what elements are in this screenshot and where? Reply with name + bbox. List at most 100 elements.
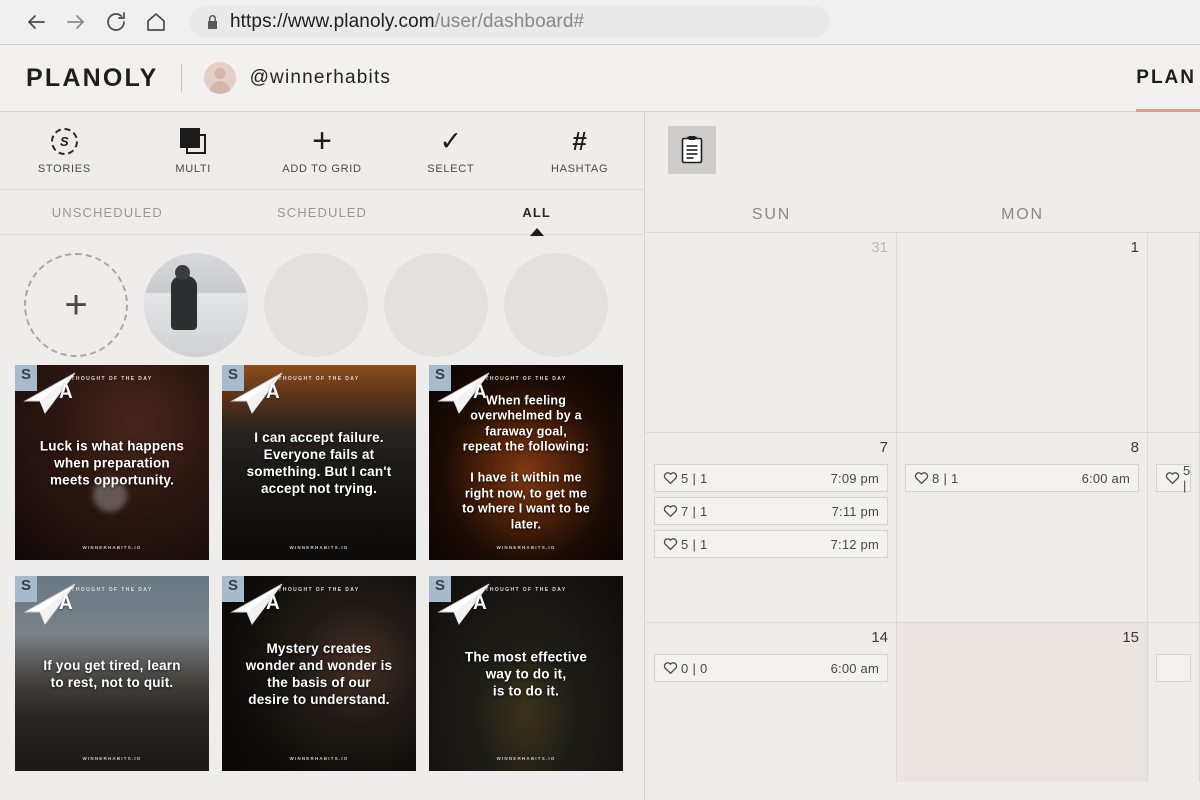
heart-icon [663, 537, 678, 551]
header-nav: PLAN [1136, 45, 1200, 113]
event-time: 7:12 pm [830, 536, 879, 552]
heart-icon [663, 471, 678, 485]
url-path: /user/dashboard# [434, 11, 585, 32]
back-icon[interactable] [16, 2, 56, 42]
browser-toolbar: https://www.planoly.com/user/dashboard# [0, 0, 1200, 45]
toolbar-item-select[interactable]: ✓ SELECT [386, 126, 515, 176]
stories-circle-icon: S [50, 126, 78, 156]
post-tile[interactable]: THOUGHT OF THE DAY I can accept failure. … [222, 365, 416, 560]
post-quote: The most effective way to do it, is to d… [464, 649, 588, 698]
tab-all[interactable]: ALL [429, 204, 644, 236]
add-story-button[interactable]: + ADD STORY [24, 253, 128, 377]
calendar-day-cell[interactable]: 7 5 | 1 7:09 pm 7 | 1 7:11 pm 5 | 1 7:12 pm [646, 433, 897, 622]
post-tile[interactable]: THOUGHT OF THE DAY When feeling overwhelm… [429, 365, 623, 560]
calendar-event-chip[interactable]: 5 | [1156, 463, 1191, 493]
post-tile[interactable]: THOUGHT OF THE DAY Mystery creates wonder… [222, 576, 416, 771]
plane-letter: A [473, 382, 487, 403]
content-toolbar: S STORIES MULTI + ADD TO GRID ✓ SELECT #… [0, 112, 644, 190]
url-scheme: https://www. [230, 11, 334, 32]
post-footer-text: WINNERHABITS.IO [82, 545, 142, 550]
add-story-circle: + [24, 253, 128, 357]
event-time: 7:09 pm [830, 470, 879, 486]
story-item[interactable] [384, 253, 488, 365]
brand-logo[interactable]: PLANOLY [26, 64, 159, 93]
plane-letter: A [266, 593, 280, 614]
address-bar[interactable]: https://www.planoly.com/user/dashboard# [190, 6, 830, 38]
event-engagement: 5 | 1 [681, 470, 708, 486]
check-icon: ✓ [439, 126, 463, 156]
tab-active-caret-icon [529, 227, 544, 236]
app-header: PLANOLY @winnerhabits PLAN [0, 45, 1200, 113]
nav-item-plan[interactable]: PLAN [1136, 67, 1200, 89]
toolbar-item-stories[interactable]: S STORIES [0, 126, 129, 175]
post-tile[interactable]: THOUGHT OF THE DAY The most effective way… [429, 576, 623, 771]
post-footer-text: WINNERHABITS.IO [289, 756, 349, 761]
plane-letter: A [266, 382, 280, 403]
plus-icon: + [64, 282, 88, 327]
calendar-panel: SUN MON 31 1 7 5 | 1 7:09 pm 7 | 1 7:11 pm 5 | 1… [646, 112, 1200, 800]
story-item[interactable] [264, 253, 368, 365]
calendar-event-chip[interactable] [1156, 654, 1191, 682]
reload-icon[interactable] [96, 2, 136, 42]
tab-label: SCHEDULED [276, 204, 368, 220]
tab-label: ALL [522, 204, 551, 220]
calendar-date-number: 1 [1130, 239, 1139, 256]
calendar-date-number [1156, 239, 1191, 257]
calendar-event-chip[interactable]: 8 | 1 6:00 am [905, 464, 1139, 492]
calendar-day-cell[interactable] [1148, 233, 1200, 432]
toolbar-label: ADD TO GRID [282, 163, 362, 175]
event-time: 6:00 am [1081, 470, 1130, 486]
toolbar-item-hashtag[interactable]: # HASHTAG [515, 126, 644, 175]
toolbar-item-multi[interactable]: MULTI [129, 126, 258, 175]
event-time: 6:00 am [830, 660, 879, 676]
event-engagement: 5 | 1 [681, 536, 708, 552]
tab-unscheduled[interactable]: UNSCHEDULED [0, 205, 215, 220]
calendar-day-cell[interactable]: 5 | [1148, 433, 1200, 622]
avatar[interactable] [203, 62, 236, 94]
toolbar-item-add-to-grid[interactable]: + ADD TO GRID [258, 124, 387, 175]
clipboard-icon[interactable] [668, 126, 716, 174]
home-icon[interactable] [136, 2, 176, 42]
calendar-date-number: 15 [1122, 629, 1139, 646]
forward-icon[interactable] [56, 2, 96, 42]
lock-icon [206, 14, 219, 30]
event-engagement: 0 | 0 [681, 660, 708, 676]
post-tile[interactable]: THOUGHT OF THE DAY Luck is what happens w… [15, 365, 209, 560]
calendar-event-chip[interactable]: 5 | 1 7:09 pm [654, 464, 888, 492]
story-item[interactable] [504, 253, 608, 365]
tab-scheduled[interactable]: SCHEDULED [215, 205, 430, 220]
story-item[interactable]: 1 [144, 253, 248, 377]
calendar-day-cell[interactable]: 1 [897, 233, 1148, 432]
heart-icon [663, 504, 678, 518]
toolbar-label: HASHTAG [550, 163, 609, 175]
post-quote: Luck is what happens when preparation me… [39, 438, 185, 487]
calendar-event-chip[interactable]: 7 | 1 7:11 pm [654, 497, 888, 525]
story-thumbnail [384, 253, 488, 357]
calendar-day-cell[interactable] [1148, 623, 1200, 782]
account-handle[interactable]: @winnerhabits [250, 67, 392, 89]
calendar-event-chip[interactable]: 5 | 1 7:12 pm [654, 530, 888, 558]
event-engagement: 8 | 1 [932, 470, 959, 486]
calendar-date-number: 8 [1130, 439, 1139, 456]
calendar-date-number: 7 [879, 439, 888, 456]
multi-square-icon [180, 126, 207, 156]
plane-letter: A [59, 382, 73, 403]
post-tile[interactable]: THOUGHT OF THE DAY If you get tired, lear… [15, 576, 209, 771]
calendar-day-header: SUN [751, 206, 792, 223]
story-thumbnail [504, 253, 608, 357]
calendar-date-number: 14 [871, 629, 888, 646]
header-divider [180, 64, 182, 92]
calendar-day-cell[interactable]: 15 [897, 623, 1148, 782]
calendar-event-chip[interactable]: 0 | 0 6:00 am [654, 654, 888, 682]
story-thumbnail [264, 253, 368, 357]
calendar-day-cell[interactable]: 8 8 | 1 6:00 am [897, 433, 1148, 622]
heart-icon [914, 471, 929, 485]
tab-label: UNSCHEDULED [51, 204, 163, 220]
post-grid: THOUGHT OF THE DAY Luck is what happens w… [0, 365, 644, 771]
post-footer-text: WINNERHABITS.IO [289, 545, 349, 550]
plane-letter: A [59, 593, 73, 614]
calendar-grid: 31 1 7 5 | 1 7:09 pm 7 | 1 7:11 pm 5 | 1 7:12 pm… [646, 232, 1200, 782]
calendar-day-cell[interactable]: 31 [646, 233, 897, 432]
calendar-day-cell[interactable]: 14 0 | 0 6:00 am [646, 623, 897, 782]
calendar-week-row: 75 | 1 7:09 pm 7 | 1 7:11 pm 5 | 1 7:12 pm 8 8 … [646, 432, 1200, 622]
